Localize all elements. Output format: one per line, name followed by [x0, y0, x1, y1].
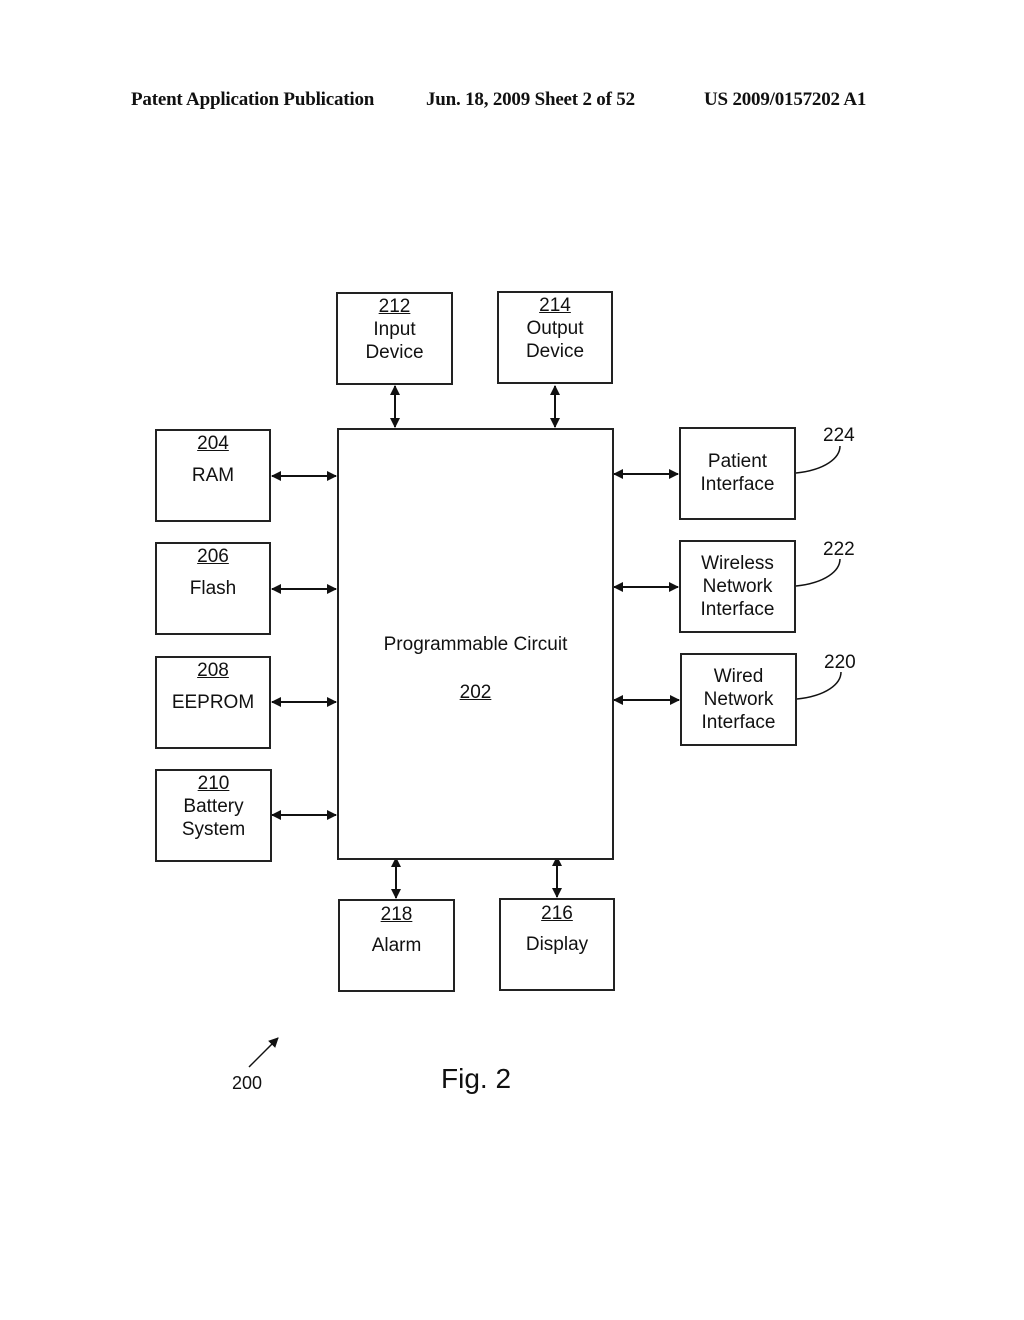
- output-device-block: 214 Output Device: [497, 291, 613, 384]
- battery-system-block: 210 Battery System: [155, 769, 272, 862]
- programmable-circuit-ref: 202: [459, 682, 492, 703]
- wired-network-interface-label: Wired Network Interface: [701, 666, 776, 733]
- figure-caption: Fig. 2: [441, 1063, 512, 1094]
- alarm-block: 218 Alarm: [338, 899, 455, 992]
- output-device-ref: 214: [539, 295, 571, 316]
- ram-label: RAM: [191, 465, 235, 486]
- input-device-block: 212 Input Device: [336, 292, 453, 385]
- battery-system-label: Battery System: [181, 796, 246, 840]
- wireless-network-interface-label: Wireless Network Interface: [700, 553, 775, 620]
- eeprom-ref: 208: [197, 660, 229, 681]
- flash-block: 206 Flash: [155, 542, 271, 635]
- flash-ref: 206: [197, 546, 229, 567]
- programmable-circuit-block: Programmable Circuit 202: [337, 428, 614, 860]
- patient-interface-label: Patient Interface: [700, 451, 775, 495]
- leader-200: [248, 1037, 279, 1068]
- alarm-label: Alarm: [371, 935, 422, 956]
- wireless-network-interface-ref: 222: [823, 539, 855, 560]
- leader-220: [796, 671, 842, 700]
- input-device-label: Input Device: [365, 319, 424, 363]
- output-device-label: Output Device: [525, 318, 585, 362]
- battery-system-ref: 210: [197, 773, 230, 794]
- programmable-circuit-label: Programmable Circuit: [383, 634, 568, 655]
- display-label: Display: [525, 934, 589, 955]
- leader-222: [795, 558, 841, 587]
- input-device-ref: 212: [378, 296, 411, 317]
- patient-interface-ref: 224: [823, 425, 855, 446]
- figure-ref-200: 200: [232, 1073, 263, 1093]
- display-block: 216 Display: [499, 898, 615, 991]
- patient-interface-block: Patient Interface: [679, 427, 796, 520]
- eeprom-block: 208 EEPROM: [155, 656, 271, 749]
- wired-network-interface-ref: 220: [824, 652, 856, 673]
- alarm-ref: 218: [380, 904, 413, 925]
- wired-network-interface-block: Wired Network Interface: [680, 653, 797, 746]
- flash-label: Flash: [189, 578, 237, 599]
- wireless-network-interface-block: Wireless Network Interface: [679, 540, 796, 633]
- display-ref: 216: [541, 903, 573, 924]
- eeprom-label: EEPROM: [171, 692, 255, 713]
- leader-224: [795, 445, 841, 474]
- ram-block: 204 RAM: [155, 429, 271, 522]
- ram-ref: 204: [197, 433, 229, 454]
